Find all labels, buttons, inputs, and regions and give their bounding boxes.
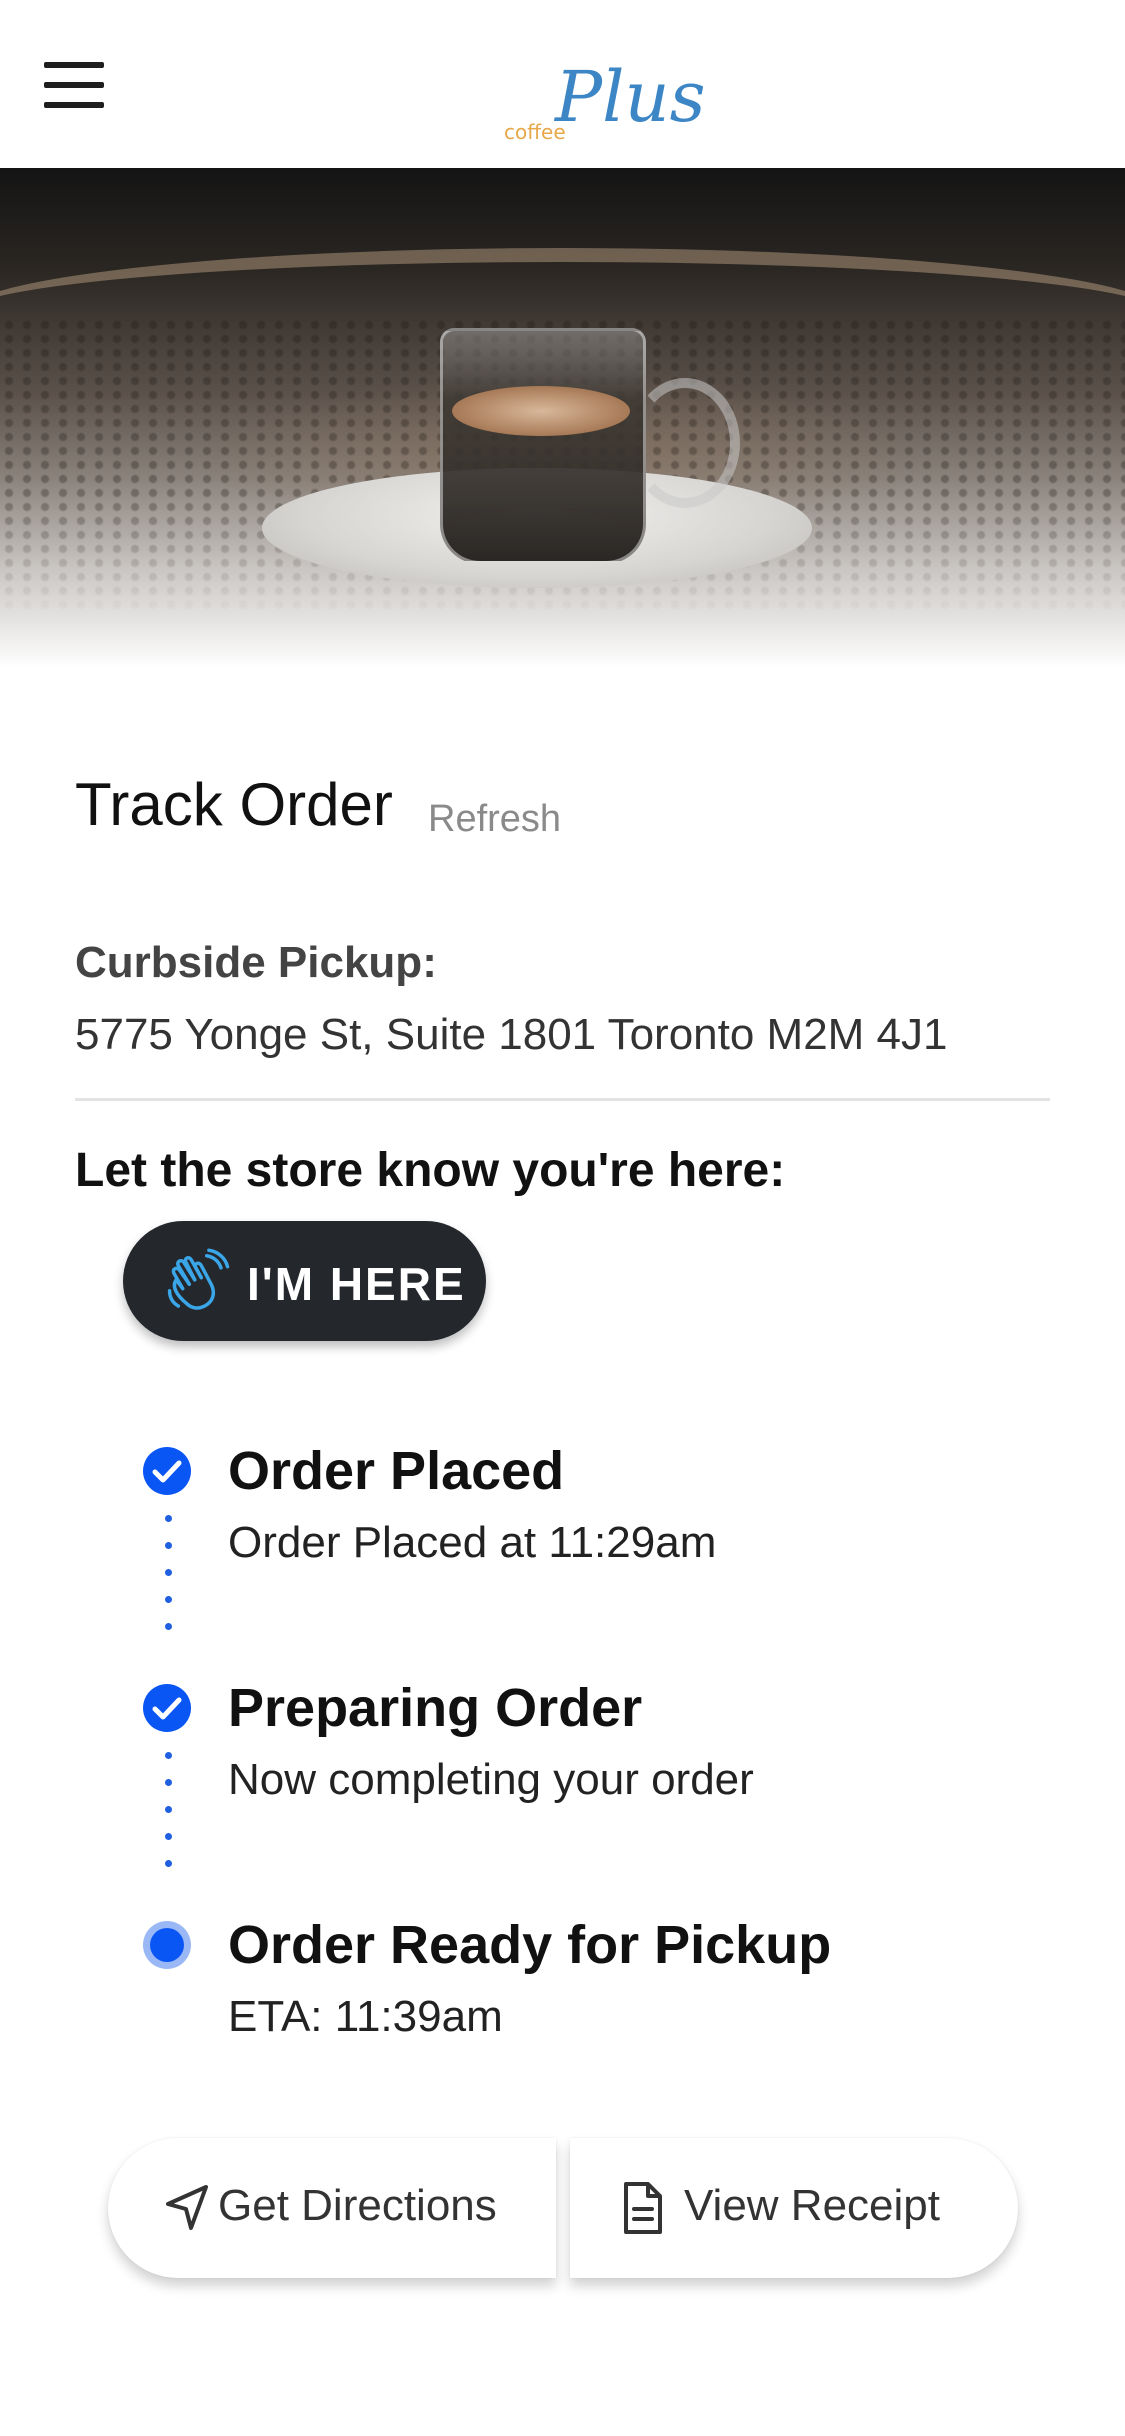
radio-dot-icon <box>143 1921 191 1969</box>
page-title: Track Order <box>75 771 393 838</box>
logo-big-text: Plus <box>555 56 706 138</box>
timeline-connector <box>165 1515 172 1650</box>
navigation-arrow-icon <box>166 2185 208 2230</box>
track-order-header: Track Order Refresh <box>75 770 561 840</box>
step-title: Order Ready for Pickup <box>228 1915 832 1975</box>
step-title: Order Placed <box>228 1441 565 1501</box>
get-directions-button[interactable]: Get Directions <box>108 2138 556 2278</box>
im-here-label: I'M HERE <box>247 1258 466 1310</box>
timeline-connector <box>165 1752 172 1887</box>
check-circle-icon <box>143 1447 191 1495</box>
top-bar: coffee Plus <box>0 0 1125 168</box>
divider <box>75 1098 1050 1101</box>
refresh-link[interactable]: Refresh <box>428 798 561 841</box>
arrival-prompt: Let the store know you're here: <box>75 1144 786 1197</box>
waving-hand-icon <box>167 1248 230 1310</box>
hero-coffee-image <box>0 168 1125 668</box>
step-description: Order Placed at 11:29am <box>228 1518 717 1567</box>
step-description: ETA: 11:39am <box>228 1992 503 2041</box>
view-receipt-button[interactable]: View Receipt <box>570 2138 1018 2278</box>
check-circle-icon <box>143 1684 191 1732</box>
step-description: Now completing your order <box>228 1755 754 1804</box>
hamburger-icon[interactable] <box>44 62 104 108</box>
pickup-label: Curbside Pickup: <box>75 938 437 987</box>
coffee-plus-logo: coffee Plus <box>500 62 706 150</box>
get-directions-label: Get Directions <box>218 2181 497 2230</box>
pickup-address: 5775 Yonge St, Suite 1801 Toronto M2M 4J… <box>75 1010 948 1059</box>
step-title: Preparing Order <box>228 1678 643 1738</box>
document-icon <box>624 2182 662 2234</box>
im-here-button[interactable]: I'M HERE <box>123 1221 486 1341</box>
view-receipt-label: View Receipt <box>684 2181 940 2230</box>
